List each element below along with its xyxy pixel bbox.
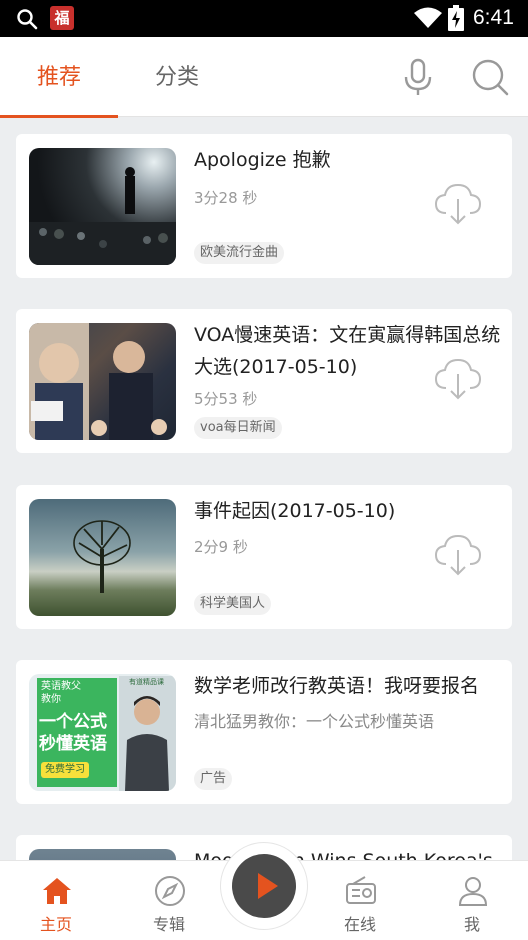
search-icon <box>17 9 38 30</box>
status-bar: 福 6:41 <box>0 0 528 37</box>
tree-landscape-thumbnail <box>29 499 176 616</box>
nav-me[interactable]: 我 <box>427 861 517 940</box>
news-thumbnail <box>29 849 176 860</box>
nav-album[interactable]: 专辑 <box>124 861 214 940</box>
nav-home[interactable]: 主页 <box>11 861 101 940</box>
play-icon <box>258 873 278 899</box>
nav-label: 专辑 <box>152 915 185 934</box>
ad-tag[interactable]: 广告 <box>194 768 233 790</box>
ad-main-line-2: 秒懂英语 <box>39 734 107 754</box>
home-icon <box>43 878 71 904</box>
ad-thumbnail: 英语教父 教你 一个公式 秒懂英语 免费学习 有道精品课 <box>29 674 176 791</box>
track-duration: 5分53 秒 <box>194 390 258 408</box>
news-photo-thumbnail <box>29 323 176 440</box>
radio-icon <box>346 876 376 904</box>
battery-charging-icon <box>448 5 464 31</box>
nav-label: 主页 <box>39 915 72 934</box>
person-icon <box>458 877 488 906</box>
wifi-icon <box>414 7 442 28</box>
ad-subtitle: 清北猛男教你：一个公式秒懂英语 <box>194 712 435 731</box>
track-title: Apologize 抱歉 <box>194 149 331 171</box>
tab-recommend[interactable]: 推荐 <box>0 37 118 118</box>
download-cloud-icon[interactable] <box>434 356 482 402</box>
tab-label: 推荐 <box>36 65 81 90</box>
compass-icon <box>155 876 185 906</box>
ad-title: 数学老师改行教英语！我呀要报名 <box>194 675 480 697</box>
feed-card-science[interactable]: 事件起因(2017-05-10) 2分9 秒 科学美国人 <box>16 485 512 629</box>
nav-online[interactable]: 在线 <box>315 861 405 940</box>
feed-card-apologize[interactable]: Apologize 抱歉 3分28 秒 欧美流行金曲 <box>16 134 512 278</box>
clock: 6:41 <box>473 6 514 29</box>
category-tag[interactable]: voa每日新闻 <box>194 417 282 439</box>
ad-presenter-figure <box>125 696 169 791</box>
concert-thumbnail <box>29 148 176 265</box>
tab-category[interactable]: 分类 <box>118 37 236 117</box>
track-duration: 2分9 秒 <box>194 538 248 556</box>
microphone-icon[interactable] <box>400 57 436 97</box>
category-tag[interactable]: 科学美国人 <box>194 593 272 615</box>
ad-top-text: 英语教父 <box>41 681 81 692</box>
ad-main-line-1: 一个公式 <box>39 712 107 732</box>
nav-label: 在线 <box>343 915 376 934</box>
top-nav: 推荐 分类 <box>0 37 528 118</box>
feed-card-ad[interactable]: 英语教父 教你 一个公式 秒懂英语 免费学习 有道精品课 数学老师改行教英语！我… <box>16 660 512 804</box>
download-cloud-icon[interactable] <box>434 181 482 227</box>
download-cloud-icon[interactable] <box>434 532 482 578</box>
track-duration: 3分28 秒 <box>194 189 258 207</box>
search-icon[interactable] <box>470 57 510 97</box>
tab-label: 分类 <box>154 65 199 90</box>
track-title: 事件起因(2017-05-10) <box>194 500 396 522</box>
app-notification-icon: 福 <box>50 6 74 30</box>
ad-top-text-2: 教你 <box>41 694 61 705</box>
feed-card-voa[interactable]: VOA慢速英语：文在寅赢得韩国总统大选(2017-05-10) 5分53 秒 v… <box>16 309 512 453</box>
category-tag[interactable]: 欧美流行金曲 <box>194 242 285 264</box>
feed-list: Apologize 抱歉 3分28 秒 欧美流行金曲 VOA慢速英语：文在寅赢得… <box>0 118 528 860</box>
ad-cta-button: 免费学习 <box>41 762 89 778</box>
nav-label: 我 <box>463 915 480 934</box>
